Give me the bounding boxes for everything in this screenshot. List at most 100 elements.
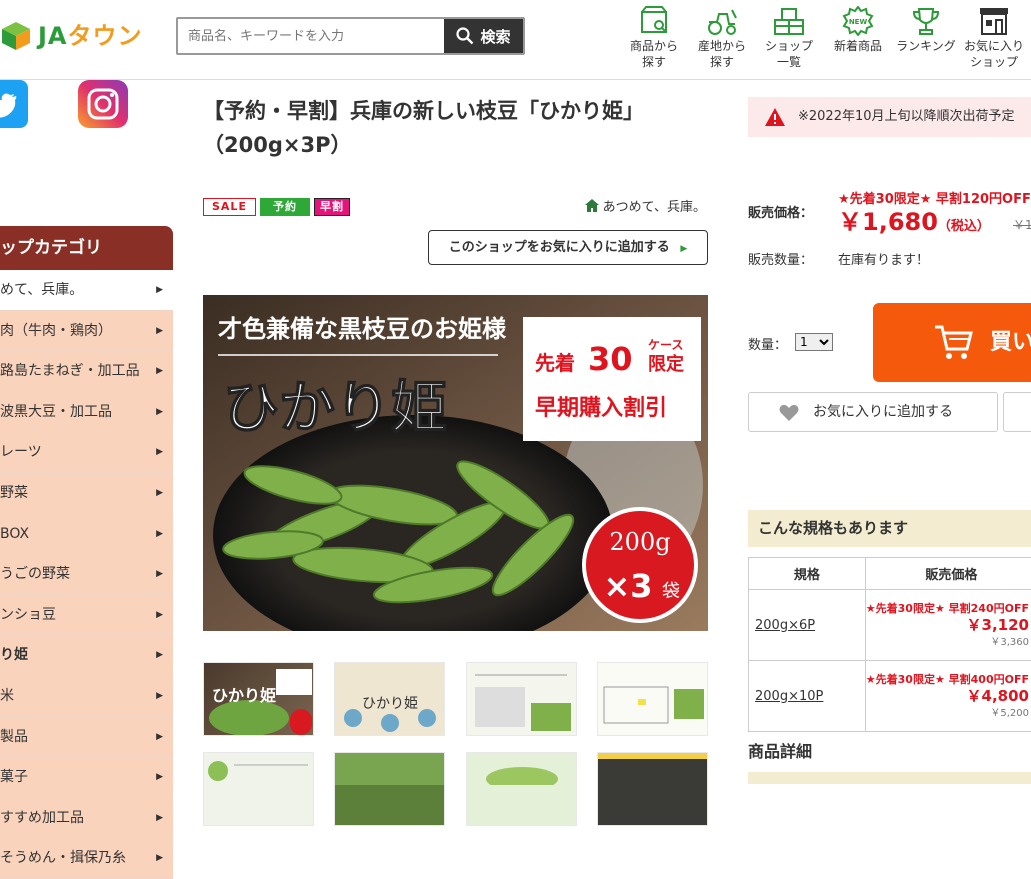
thumbnail-image: [467, 753, 577, 785]
category-item[interactable]: すすめ加工品▶: [0, 798, 173, 839]
image-headline: 才色兼備な黒枝豆のお姫様: [218, 314, 507, 343]
add-shop-favorite-label: このショップをお気に入りに追加する: [449, 240, 670, 255]
category-item[interactable]: そうめん・揖保乃糸▶: [0, 838, 173, 879]
spec-price-cell: ★先着30限定★ 早割240円OFF ￥3,120 ￥3,360: [865, 590, 1031, 661]
category-item[interactable]: 野菜 ▶: [0, 473, 173, 514]
arrow-right-icon: ▶: [156, 717, 163, 757]
thumbnail-image: [598, 753, 708, 785]
nav-origin[interactable]: 産地から 探す: [693, 6, 751, 74]
category-list: めて、兵庫。▶ 肉（牛肉・鶏肉）▶ 路島たまねぎ・加工品▶ 波黒大豆・加工品▶ …: [0, 270, 173, 879]
thumbnail-3[interactable]: [466, 662, 577, 736]
ja-town-logo[interactable]: JAタウン: [0, 18, 165, 54]
category-item[interactable]: BOX▶: [0, 514, 173, 555]
nav-shops[interactable]: ショップ 一覧: [760, 6, 818, 74]
reserve-badge: 予約: [260, 198, 310, 216]
nav-favorite-line2: ショップ: [962, 54, 1026, 70]
image-promo-early: 早期購入割引: [535, 395, 667, 421]
category-label: り姫: [0, 647, 28, 663]
category-label: 野菜: [0, 485, 28, 501]
category-item[interactable]: 波黒大豆・加工品▶: [0, 392, 173, 433]
thumbnail-7[interactable]: [466, 752, 577, 826]
tractor-icon: [705, 6, 739, 36]
price-value: ￥1,680（税込）: [838, 202, 990, 237]
product-main-image[interactable]: 才色兼備な黒枝豆のお姫様 ひかり姫 先着 30 ケース 限定 早期購入割引 20…: [203, 295, 708, 631]
category-item[interactable]: 米▶: [0, 676, 173, 717]
arrow-right-icon: ▶: [156, 270, 163, 310]
arrow-right-icon: ▶: [156, 554, 163, 594]
nav-products[interactable]: 商品から 探す: [625, 6, 683, 74]
shop-icon: [772, 6, 806, 36]
home-icon: [585, 199, 599, 212]
detail-bar: [748, 772, 1031, 784]
spec-name-link[interactable]: 200g×10P: [749, 661, 866, 732]
other-specs-heading: こんな規格もあります: [748, 510, 1031, 547]
heart-icon: [779, 404, 799, 422]
stock-value: 在庫有ります！: [838, 249, 929, 268]
thumbnail-image: [204, 753, 314, 785]
thumbnail-8[interactable]: [597, 752, 708, 826]
nav-new[interactable]: NEW 新着商品: [830, 6, 886, 74]
search-button[interactable]: 検索: [444, 19, 523, 53]
category-label: 路島たまねぎ・加工品: [0, 363, 140, 379]
thumbnail-6[interactable]: [334, 752, 445, 826]
trophy-icon: [910, 6, 942, 36]
category-item[interactable]: レーツ▶: [0, 432, 173, 473]
image-count: ×3: [603, 567, 652, 605]
category-item[interactable]: 菓子▶: [0, 757, 173, 798]
nav-ranking[interactable]: ランキング: [894, 6, 958, 74]
add-to-cart-button[interactable]: 買い物かごに入れる: [873, 303, 1031, 382]
nav-favorite-shops[interactable]: お気に入り ショップ: [962, 6, 1026, 74]
cart-icon: [933, 323, 973, 361]
category-item[interactable]: ンショ豆▶: [0, 595, 173, 636]
category-label: 肉（牛肉・鶏肉）: [0, 323, 112, 339]
specs-col-price: 販売価格: [865, 558, 1031, 590]
nav-origin-line1: 産地から: [693, 38, 751, 54]
spec-price: ￥3,120: [866, 617, 1029, 634]
thumbnail-2[interactable]: ひかり姫: [334, 662, 445, 736]
new-badge-icon: NEW: [842, 6, 874, 36]
site-header: JAタウン 検索 商品から 探す 産地から 探す ショップ 一覧 NEW 新着商…: [0, 0, 1031, 80]
category-item[interactable]: 路島たまねぎ・加工品▶: [0, 351, 173, 392]
category-label: BOX: [0, 526, 29, 542]
category-item[interactable]: めて、兵庫。 ▶: [0, 270, 173, 311]
favorite-shop-icon: [977, 6, 1011, 36]
spec-name-link[interactable]: 200g×6P: [749, 590, 866, 661]
arrow-right-icon: ▶: [156, 473, 163, 513]
category-item-active[interactable]: り姫▶: [0, 635, 173, 676]
thumbnail-4[interactable]: [597, 662, 708, 736]
search-input[interactable]: [178, 19, 446, 53]
add-item-favorite-label: お気に入りに追加する: [813, 404, 953, 420]
arrow-right-icon: ▶: [156, 595, 163, 635]
shipping-notice: ※2022年10月上旬以降順次出荷予定: [748, 97, 1031, 137]
image-promo-case: ケース: [648, 338, 683, 352]
arrow-right-icon: ▶: [156, 798, 163, 838]
twitter-icon[interactable]: [0, 80, 28, 128]
nav-shops-line2: 一覧: [760, 54, 818, 70]
category-item[interactable]: 製品▶: [0, 717, 173, 758]
edamame-photo: 才色兼備な黒枝豆のお姫様 ひかり姫 先着 30 ケース 限定 早期購入割引 20…: [203, 295, 708, 631]
product-detail-heading: 商品詳細: [748, 738, 812, 762]
quantity-select[interactable]: 1: [795, 333, 833, 351]
svg-text:ひかり姫: ひかり姫: [212, 686, 276, 705]
arrow-right-icon: ▶: [156, 676, 163, 716]
category-label: めて、兵庫。: [0, 282, 83, 298]
spec-price-cell: ★先着30限定★ 早割400円OFF ￥4,800 ￥5,200: [865, 661, 1031, 732]
logo-cube-icon: [0, 20, 32, 52]
early-badge: 早割: [314, 198, 350, 216]
shop-name: あつめて、兵庫。: [603, 196, 706, 215]
instagram-icon[interactable]: [78, 80, 128, 128]
thumbnail-5[interactable]: [203, 752, 314, 826]
product-box-icon: [637, 6, 671, 36]
logo-ja: JA: [38, 22, 68, 50]
category-label: レーツ: [0, 444, 42, 460]
add-shop-favorite-button[interactable]: このショップをお気に入りに追加する ▶: [428, 230, 708, 265]
specs-header-row: 規格 販売価格: [749, 558, 1031, 590]
thumbnail-1[interactable]: ひかり姫: [203, 662, 314, 736]
nav-new-line1: 新着商品: [830, 38, 886, 54]
share-button[interactable]: [1003, 392, 1031, 432]
category-item[interactable]: 肉（牛肉・鶏肉）▶: [0, 311, 173, 352]
add-item-favorite-button[interactable]: お気に入りに追加する: [748, 392, 998, 432]
shop-link[interactable]: あつめて、兵庫。: [585, 196, 706, 215]
category-item[interactable]: うごの野菜▶: [0, 554, 173, 595]
image-promo-limit: 限定: [648, 353, 684, 375]
